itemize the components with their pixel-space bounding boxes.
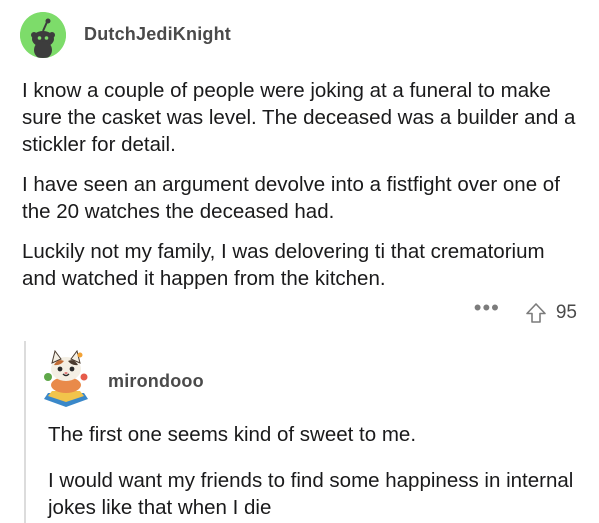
avatar[interactable] <box>40 347 92 407</box>
comment-paragraph: I would want my friends to find some hap… <box>48 469 574 519</box>
comment-paragraph: I know a couple of people were joking at… <box>22 79 576 156</box>
reply-comment: mirondooo The first one seems kind of sw… <box>0 333 599 523</box>
username[interactable]: DutchJediKnight <box>84 24 231 45</box>
comment-paragraph: I have seen an argument devolve into a f… <box>22 173 560 223</box>
username[interactable]: mirondooo <box>108 371 204 392</box>
reddit-snoo-avatar-icon <box>20 12 66 58</box>
upvote-arrow-icon[interactable] <box>524 301 548 325</box>
comment-paragraph: Luckily not my family, I was delovering … <box>22 240 545 290</box>
vote-count: 95 <box>555 302 577 323</box>
comment-actions: ••• 95 <box>474 297 577 326</box>
custom-cat-avatar-icon <box>44 349 88 407</box>
thread-line[interactable] <box>24 341 26 523</box>
avatar[interactable] <box>20 12 66 58</box>
more-options-button[interactable]: ••• <box>474 297 500 323</box>
comment-paragraph: The first one seems kind of sweet to me. <box>48 423 417 446</box>
